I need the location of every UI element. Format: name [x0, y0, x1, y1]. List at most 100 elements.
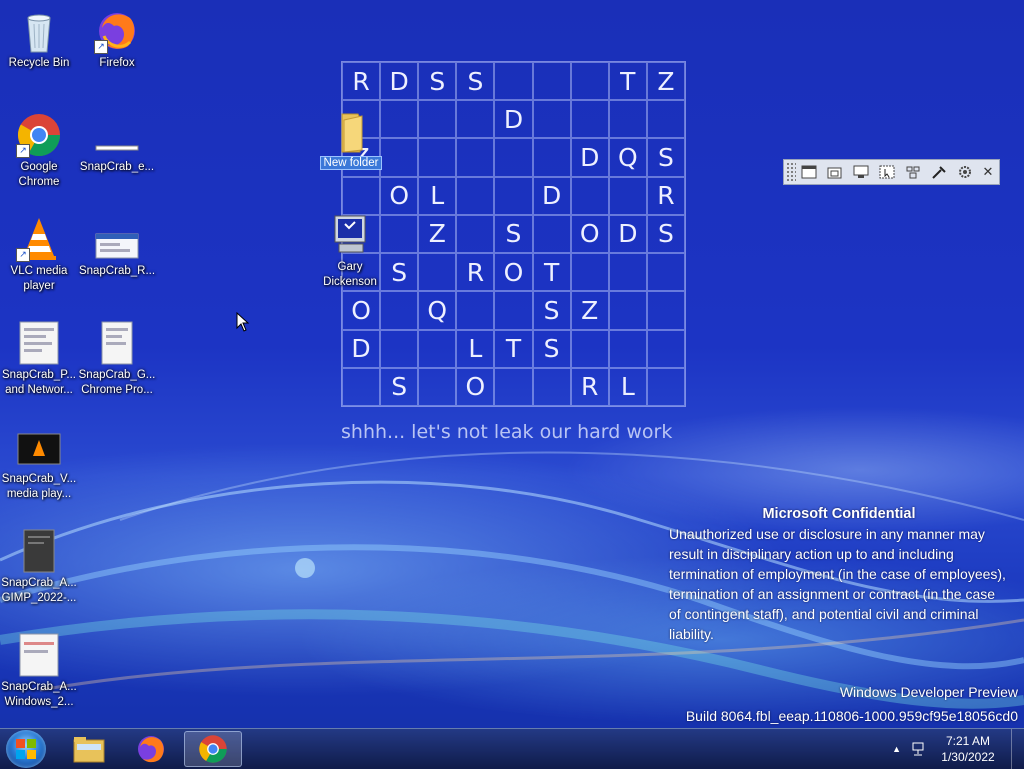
desktop-icon-snapcrab-v[interactable]: SnapCrab_V... media play...: [0, 424, 78, 502]
desktop-icon-google-chrome[interactable]: ↗ Google Chrome: [0, 112, 78, 190]
system-tray: ▲ 7:21 AM 1/30/2022: [892, 729, 1024, 769]
grid-cell: [570, 329, 609, 368]
taskbar: ▲ 7:21 AM 1/30/2022: [0, 728, 1024, 769]
grid-cell: O: [570, 214, 609, 254]
grid-cell: D: [570, 138, 609, 177]
grid-cell: S: [380, 367, 419, 406]
desktop-icon-snapcrab-a-gimp[interactable]: SnapCrab_A... GIMP_2022-...: [0, 528, 78, 606]
grid-cell: [494, 62, 533, 101]
grid-cell: D: [380, 62, 419, 101]
grid-cell: T: [532, 253, 571, 292]
grid-cell: Q: [608, 138, 647, 177]
desktop-icon-label: SnapCrab_P... and Networ...: [2, 369, 76, 396]
network-icon[interactable]: [911, 741, 927, 757]
confidential-notice: Microsoft Confidential Unauthorized use …: [669, 504, 1009, 644]
taskbar-chrome[interactable]: [184, 731, 242, 767]
grid-cell: [646, 367, 685, 406]
settings-gear-icon[interactable]: [952, 161, 978, 183]
grid-cell: [608, 291, 647, 330]
grid-cell: S: [418, 62, 457, 101]
clock-date: 1/30/2022: [941, 750, 995, 764]
desktop-icon-snapcrab-e[interactable]: SnapCrab_e...: [78, 112, 156, 175]
grid-cell: [646, 253, 685, 292]
desktop-icon-firefox[interactable]: ↗ Firefox: [78, 8, 156, 71]
os-name: Windows Developer Preview: [839, 684, 1018, 700]
grid-cell: [342, 367, 381, 406]
grid-cell: [494, 176, 533, 215]
grid-cell: S: [494, 214, 533, 254]
desktop-icon-label: Gary Dickenson: [323, 261, 377, 288]
grid-cell: [608, 176, 647, 215]
chrome-icon: ↗: [16, 112, 62, 158]
grid-cell: [418, 329, 457, 368]
grid-cell: [532, 62, 571, 101]
screenshot-file-icon: [94, 112, 140, 158]
desktop-icon-label[interactable]: New folder: [319, 156, 383, 170]
grid-cell: R: [342, 62, 381, 101]
eyedropper-icon[interactable]: [926, 161, 952, 183]
grid-cell: [494, 367, 533, 406]
shortcut-arrow-icon: ↗: [16, 248, 30, 262]
desktop-icon-label: SnapCrab_R...: [78, 265, 156, 277]
grid-cell: Z: [570, 291, 609, 330]
restore-capture-icon[interactable]: [822, 161, 848, 183]
desktop-icon-label: Firefox: [99, 57, 135, 69]
desktop-icon-label: SnapCrab_V... media play...: [1, 473, 77, 500]
firefox-icon: ↗: [94, 8, 140, 54]
desktop-icon-snapcrab-p[interactable]: SnapCrab_P... and Networ...: [0, 320, 78, 398]
taskbar-firefox[interactable]: [122, 731, 180, 767]
capture-toolbar[interactable]: ✕: [783, 159, 1000, 185]
region-capture-icon[interactable]: [900, 161, 926, 183]
screen-capture-icon[interactable]: [874, 161, 900, 183]
clock-time: 7:21 AM: [945, 734, 991, 748]
desktop-icon-new-folder[interactable]: New folder: [312, 108, 390, 171]
toolbar-grip-handle[interactable]: [786, 162, 796, 182]
letter-grid: RDSSTZDZDQSOLDRZSODSSROTOQSZDLTSSORL: [341, 61, 686, 407]
close-icon[interactable]: ✕: [978, 161, 998, 183]
grid-cell: [456, 100, 495, 139]
windows-logo-icon: [16, 739, 36, 759]
grid-cell: S: [646, 214, 685, 254]
show-desktop-button[interactable]: [1011, 729, 1024, 769]
grid-cell: [532, 100, 571, 139]
screenshot-file-icon: [16, 424, 62, 470]
window-capture-icon[interactable]: [796, 161, 822, 183]
grid-cell: Z: [646, 62, 685, 101]
active-window-icon[interactable]: [848, 161, 874, 183]
grid-cell: [418, 138, 457, 177]
screenshot-file-icon: [16, 320, 62, 366]
show-hidden-icons-button[interactable]: ▲: [892, 744, 901, 754]
desktop-icon-snapcrab-a-windows[interactable]: SnapCrab_A... Windows_2...: [0, 632, 78, 710]
desktop-icon-gary-dickenson[interactable]: Gary Dickenson: [311, 212, 389, 290]
grid-cell: [532, 214, 571, 254]
shortcut-arrow-icon: ↗: [94, 40, 108, 54]
grid-cell: [608, 329, 647, 368]
grid-cell: [456, 176, 495, 215]
grid-cell: T: [608, 62, 647, 101]
start-button[interactable]: [6, 730, 46, 768]
desktop-icon-snapcrab-r[interactable]: SnapCrab_R...: [78, 216, 156, 279]
grid-cell: [456, 214, 495, 254]
grid-cell: S: [646, 138, 685, 177]
grid-cell: [494, 138, 533, 177]
chrome-icon: [199, 735, 227, 763]
grid-cell: D: [342, 329, 381, 368]
grid-cell: [494, 291, 533, 330]
grid-cell: D: [608, 214, 647, 254]
grid-cell: [418, 253, 457, 292]
taskbar-clock[interactable]: 7:21 AM 1/30/2022: [933, 733, 1003, 765]
desktop-icon-vlc[interactable]: ↗ VLC media player: [0, 216, 78, 294]
desktop-icon-snapcrab-g[interactable]: SnapCrab_G... Chrome Pro...: [78, 320, 156, 398]
vlc-icon: ↗: [16, 216, 62, 262]
desktop-icon-label: SnapCrab_G... Chrome Pro...: [78, 369, 156, 396]
grid-cell: [570, 176, 609, 215]
grid-cell: [456, 138, 495, 177]
grid-cell: S: [456, 62, 495, 101]
firefox-icon: [138, 736, 164, 763]
taskbar-file-explorer[interactable]: [60, 731, 118, 767]
grid-cell: L: [418, 176, 457, 215]
desktop-icon-recycle-bin[interactable]: Recycle Bin: [0, 8, 78, 71]
confidential-title: Microsoft Confidential: [762, 506, 916, 522]
grid-cell: [608, 253, 647, 292]
grid-cell: S: [532, 291, 571, 330]
